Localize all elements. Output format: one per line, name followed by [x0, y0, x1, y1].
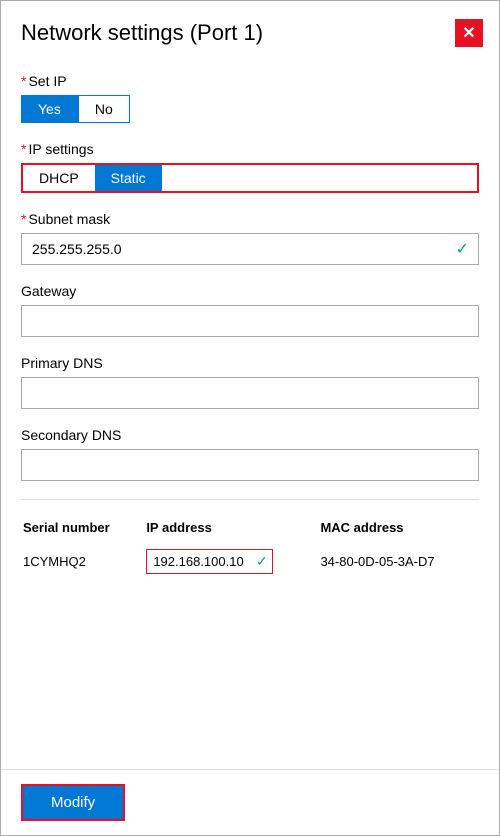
ip-static-button[interactable]: Static: [95, 165, 162, 191]
required-star-3: *: [21, 211, 26, 227]
ip-address-header: IP address: [146, 516, 318, 543]
subnet-mask-group: *Subnet mask ✓: [21, 211, 479, 265]
set-ip-no-button[interactable]: No: [78, 95, 130, 123]
primary-dns-input[interactable]: [21, 377, 479, 409]
network-settings-dialog: Network settings (Port 1) ✕ *Set IP Yes …: [0, 0, 500, 836]
table-row: 1CYMHQ2 192.168.100.10 ✓ 34-80-0D-05-3A-…: [23, 545, 477, 578]
dialog-footer: Modify: [1, 769, 499, 835]
required-star: *: [21, 73, 26, 89]
serial-number-header: Serial number: [23, 516, 144, 543]
gateway-input[interactable]: [21, 305, 479, 337]
gateway-wrapper: [21, 305, 479, 337]
dialog-content: *Set IP Yes No *IP settings DHCP Static …: [1, 57, 499, 600]
secondary-dns-input[interactable]: [21, 449, 479, 481]
ip-check-icon: ✓: [256, 553, 268, 570]
ip-dhcp-button[interactable]: DHCP: [23, 165, 95, 191]
table-header-row: Serial number IP address MAC address: [23, 516, 477, 543]
dialog-title: Network settings (Port 1): [21, 20, 263, 46]
ip-address-cell: 192.168.100.10 ✓: [146, 545, 318, 578]
gateway-label: Gateway: [21, 283, 479, 299]
ip-address-value: 192.168.100.10: [153, 554, 243, 569]
set-ip-yes-button[interactable]: Yes: [21, 95, 78, 123]
secondary-dns-group: Secondary DNS: [21, 427, 479, 481]
gateway-group: Gateway: [21, 283, 479, 337]
ip-settings-group: *IP settings DHCP Static: [21, 141, 479, 193]
serial-number-cell: 1CYMHQ2: [23, 545, 144, 578]
close-button[interactable]: ✕: [455, 19, 483, 47]
ip-address-value-wrapper: 192.168.100.10 ✓: [146, 549, 272, 574]
secondary-dns-label: Secondary DNS: [21, 427, 479, 443]
subnet-mask-input[interactable]: [21, 233, 479, 265]
divider: [21, 499, 479, 500]
set-ip-toggle-group: Yes No: [21, 95, 479, 123]
title-bar: Network settings (Port 1) ✕: [1, 1, 499, 57]
set-ip-label: *Set IP: [21, 73, 479, 89]
close-icon: ✕: [462, 23, 475, 43]
mac-address-cell: 34-80-0D-05-3A-D7: [320, 545, 477, 578]
subnet-mask-wrapper: ✓: [21, 233, 479, 265]
subnet-mask-label: *Subnet mask: [21, 211, 479, 227]
device-info-table: Serial number IP address MAC address 1CY…: [21, 514, 479, 580]
required-star-2: *: [21, 141, 26, 157]
set-ip-group: *Set IP Yes No: [21, 73, 479, 123]
mac-address-header: MAC address: [320, 516, 477, 543]
secondary-dns-wrapper: [21, 449, 479, 481]
primary-dns-wrapper: [21, 377, 479, 409]
ip-settings-toggle-group: DHCP Static: [21, 163, 479, 193]
primary-dns-label: Primary DNS: [21, 355, 479, 371]
modify-button[interactable]: Modify: [21, 784, 125, 821]
ip-settings-label: *IP settings: [21, 141, 479, 157]
primary-dns-group: Primary DNS: [21, 355, 479, 409]
